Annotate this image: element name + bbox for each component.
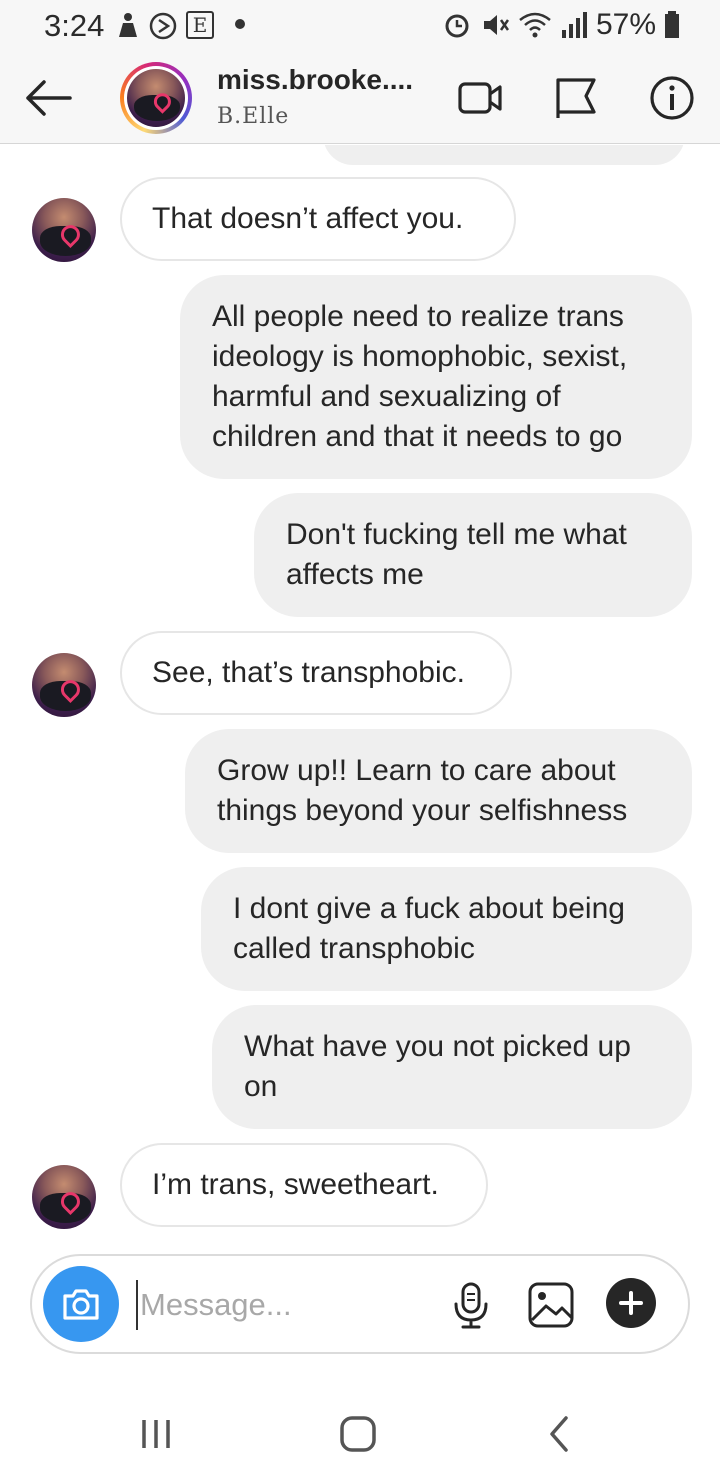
back-nav-icon[interactable]	[538, 1412, 582, 1456]
message-incoming[interactable]: See, that’s transphobic.	[120, 631, 512, 715]
email-notification-icon: E	[186, 11, 214, 39]
message-composer	[30, 1254, 690, 1354]
video-call-icon[interactable]	[456, 74, 504, 122]
alarm-icon	[445, 14, 469, 38]
wifi-icon	[519, 12, 551, 38]
mute-icon	[483, 15, 509, 35]
more-options-button[interactable]	[606, 1278, 656, 1328]
sender-avatar	[32, 653, 96, 717]
message-outgoing[interactable]: I dont give a fuck about being called tr…	[201, 867, 692, 991]
gallery-icon[interactable]	[526, 1280, 576, 1330]
info-icon[interactable]	[648, 74, 696, 122]
message-outgoing[interactable]: Don't fucking tell me what affects me	[254, 493, 692, 617]
sender-avatar	[32, 198, 96, 262]
person-notification-icon	[119, 13, 137, 37]
battery-percent: 57%	[595, 8, 656, 41]
status-time: 3:24	[44, 8, 105, 43]
sync-notification-icon	[149, 12, 177, 40]
microphone-icon[interactable]	[446, 1280, 496, 1330]
camera-button[interactable]	[43, 1266, 119, 1342]
contact-name[interactable]: miss.brooke....	[217, 64, 413, 96]
avatar-photo	[127, 69, 185, 127]
message-outgoing[interactable]: What have you not picked up on	[212, 1005, 692, 1129]
sender-avatar	[32, 1165, 96, 1229]
message-incoming[interactable]: That doesn’t affect you.	[120, 177, 516, 261]
home-icon[interactable]	[336, 1412, 380, 1456]
status-right-group: 57%	[442, 8, 680, 42]
chat-header: miss.brooke.... B.Elle	[0, 52, 720, 144]
message-incoming[interactable]: I’m trans, sweetheart.	[120, 1143, 488, 1227]
signal-icon	[561, 12, 587, 38]
message-outgoing[interactable]: All people need to realize trans ideolog…	[180, 275, 692, 479]
flag-icon[interactable]	[552, 74, 600, 122]
message-outgoing[interactable]: Grow up!! Learn to care about things bey…	[185, 729, 692, 853]
previous-message-bubble	[323, 145, 685, 165]
back-arrow-icon[interactable]	[22, 72, 74, 124]
system-navigation-bar	[0, 1390, 720, 1480]
plus-icon	[619, 1291, 643, 1315]
message-thread[interactable]: That doesn’t affect you. All people need…	[0, 145, 720, 1250]
message-input[interactable]	[136, 1280, 426, 1330]
status-bar: 3:24 E 57%	[0, 0, 720, 52]
battery-icon	[665, 11, 679, 38]
camera-icon	[63, 1289, 99, 1320]
recent-apps-icon[interactable]	[134, 1412, 178, 1456]
more-notifications-dot-icon	[235, 19, 245, 29]
contact-subtitle: B.Elle	[217, 104, 290, 129]
contact-avatar[interactable]	[120, 62, 192, 134]
